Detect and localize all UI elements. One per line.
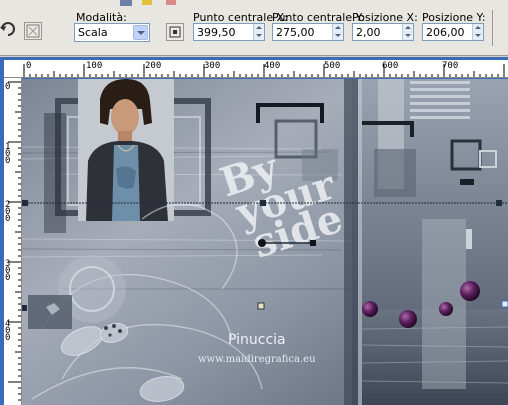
pearl-decoration: [399, 310, 417, 328]
center-handle[interactable]: [257, 302, 265, 310]
pos-x-value: 2,00: [356, 25, 381, 39]
pearl-decoration: [439, 302, 453, 316]
ruler-label: 0: [26, 61, 32, 71]
pearl-decoration: [362, 301, 378, 317]
ruler-label: 200: [5, 200, 11, 224]
vertical-ruler: 0 100 200 300 400: [4, 78, 22, 405]
clear-icon: [166, 0, 176, 5]
rotate-icon[interactable]: [0, 20, 18, 38]
pos-y-field[interactable]: 206,00: [422, 23, 484, 41]
deform-handle-left[interactable]: [22, 200, 28, 206]
top-icon-partial: [120, 0, 132, 6]
center-x-value: 399,50: [197, 25, 236, 39]
pos-y-value: 206,00: [426, 25, 465, 39]
center-x-field[interactable]: 399,50: [193, 23, 265, 41]
image-canvas[interactable]: Byyourside Pinuccia www.maidiregrafica.e…: [22, 79, 508, 405]
deform-handle-top[interactable]: [260, 200, 266, 206]
horizontal-ruler: 0 100 200 300 400 500 600 700: [4, 60, 508, 78]
rotation-handle[interactable]: [310, 240, 316, 246]
pearl-decoration: [460, 281, 480, 301]
ruler-label: 500: [324, 61, 341, 71]
spin-up-icon[interactable]: [333, 24, 343, 32]
artwork-website: www.maidiregrafica.eu: [198, 354, 316, 365]
center-y-value: 275,00: [276, 25, 315, 39]
ruler-label: 400: [264, 61, 281, 71]
artwork-image: Byyourside Pinuccia www.maidiregrafica.e…: [22, 79, 508, 405]
deform-handle-left-mid[interactable]: [22, 305, 27, 311]
pos-x-field[interactable]: 2,00: [352, 23, 414, 41]
spin-down-icon[interactable]: [254, 32, 264, 40]
ruler-label: 400: [5, 319, 11, 343]
ruler-label: 100: [5, 142, 11, 166]
spin-down-icon[interactable]: [333, 32, 343, 40]
rotation-pivot-handle[interactable]: [258, 239, 266, 247]
spin-up-icon[interactable]: [473, 24, 483, 32]
perspective-icon[interactable]: [166, 23, 184, 41]
spin-down-icon[interactable]: [403, 32, 413, 40]
spin-down-icon[interactable]: [473, 32, 483, 40]
mode-select-value: Scala: [78, 26, 108, 39]
tool-options-bar: Modalità: Scala Punto centrale X: 399,50…: [0, 0, 508, 56]
artwork-signature: Pinuccia: [228, 332, 286, 348]
toolbar-separator: [492, 10, 502, 46]
ruler-label: 200: [145, 61, 162, 71]
ruler-label: 300: [5, 259, 11, 283]
ruler-label: 700: [442, 61, 459, 71]
chevron-down-icon[interactable]: [133, 25, 148, 40]
spin-up-icon[interactable]: [403, 24, 413, 32]
ruler-label: 600: [382, 61, 399, 71]
ruler-label: 100: [86, 61, 103, 71]
ruler-label: 300: [204, 61, 221, 71]
ruler-ticks: [23, 64, 505, 77]
ruler-label: 0: [5, 82, 11, 92]
deform-mode-icon[interactable]: [24, 22, 42, 40]
center-y-field[interactable]: 275,00: [272, 23, 344, 41]
ruler-ticks: [8, 81, 21, 401]
folder-icon: [142, 0, 152, 5]
deform-handle-right-mid[interactable]: [501, 300, 508, 308]
spin-up-icon[interactable]: [254, 24, 264, 32]
paint-program-window: Modalità: Scala Punto centrale X: 399,50…: [0, 0, 508, 405]
deform-handle-right[interactable]: [496, 200, 502, 206]
mode-select[interactable]: Scala: [74, 23, 150, 42]
